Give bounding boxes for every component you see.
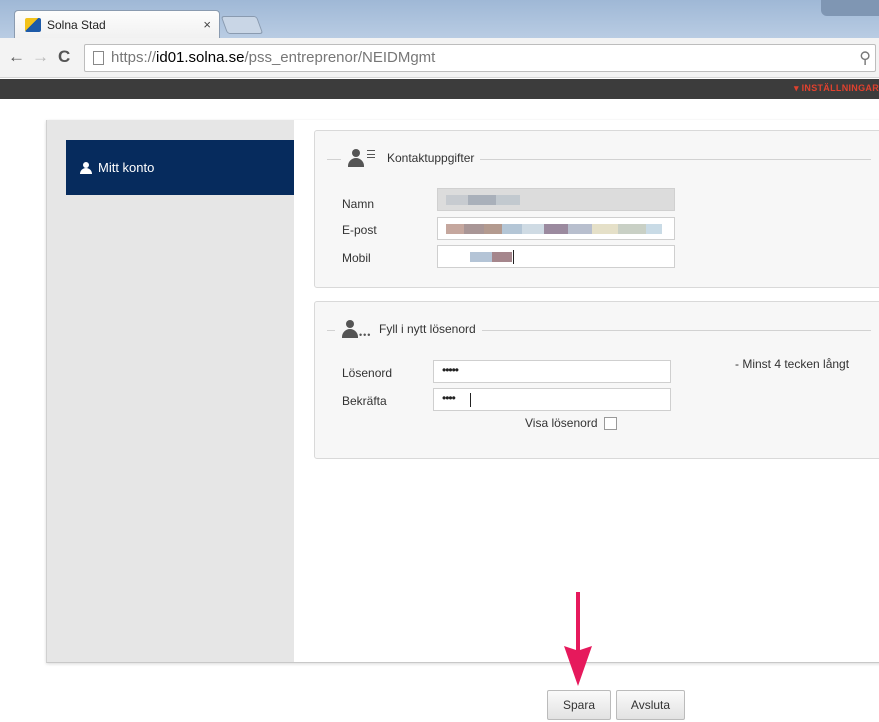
redacted-block xyxy=(468,195,496,205)
name-field xyxy=(437,188,675,211)
password-hint: - Minst 4 tecken långt xyxy=(735,357,850,371)
url-text: https://id01.solna.se/pss_entreprenor/NE… xyxy=(111,49,436,66)
redacted-block xyxy=(646,224,662,234)
email-field[interactable] xyxy=(437,217,675,240)
redacted-block xyxy=(502,224,522,234)
url-host: id01.solna.se xyxy=(156,49,245,66)
back-icon[interactable]: ← xyxy=(8,48,25,66)
page-icon xyxy=(93,51,104,65)
mobile-label: Mobil xyxy=(342,251,371,265)
redacted-block xyxy=(446,195,468,205)
sidebar-item-mitt-konto[interactable]: Mitt konto xyxy=(66,140,294,195)
password-title: Fyll i nytt lösenord xyxy=(379,322,476,336)
redacted-block xyxy=(522,224,544,234)
text-caret xyxy=(513,250,514,264)
sidebar: Mitt konto xyxy=(47,120,294,662)
annotation-arrow-icon xyxy=(564,592,592,686)
email-label: E-post xyxy=(342,223,377,237)
confirm-password-value: •••• xyxy=(442,391,456,405)
close-button[interactable]: Avsluta xyxy=(616,690,685,720)
address-bar[interactable]: https://id01.solna.se/pss_entreprenor/NE… xyxy=(84,44,876,72)
browser-tab[interactable]: Solna Stad × xyxy=(14,10,220,38)
text-caret xyxy=(470,393,471,407)
contact-card-icon xyxy=(347,149,375,167)
user-password-icon: ••• xyxy=(341,320,370,340)
browser-tab-bar: Solna Stad × xyxy=(0,0,879,38)
forward-icon[interactable]: → xyxy=(32,48,49,66)
tab-close-icon[interactable]: × xyxy=(203,17,211,32)
contact-section: Kontaktuppgifter ? Namn E-post Mobil xyxy=(314,130,879,288)
password-field[interactable]: ••••• xyxy=(433,360,671,383)
password-legend: ••• Fyll i nytt lösenord xyxy=(335,320,482,340)
account-panel: Mitt konto Kontaktuppgifter ? Namn E-pos… xyxy=(46,120,879,663)
window-controls[interactable] xyxy=(821,0,879,16)
new-tab-button[interactable] xyxy=(220,16,264,34)
confirm-password-field[interactable]: •••• xyxy=(433,388,671,411)
redacted-block xyxy=(592,224,618,234)
redacted-block xyxy=(492,252,512,262)
redacted-block xyxy=(544,224,568,234)
confirm-label: Bekräfta xyxy=(342,394,387,408)
show-password-toggle[interactable]: Visa lösenord xyxy=(525,416,617,430)
contact-legend: Kontaktuppgifter xyxy=(341,149,481,167)
password-section: ••• Fyll i nytt lösenord ? Lösenord ••••… xyxy=(314,301,879,459)
tab-title: Solna Stad xyxy=(47,18,106,32)
redacted-block xyxy=(496,195,520,205)
zoom-icon[interactable]: ⚲ xyxy=(859,48,871,68)
password-value: ••••• xyxy=(442,363,459,377)
password-label: Lösenord xyxy=(342,366,393,380)
site-topbar: ▾ INSTÄLLNINGAR xyxy=(0,79,879,99)
user-icon xyxy=(80,162,92,174)
solna-favicon-icon xyxy=(25,18,41,32)
redacted-block xyxy=(484,224,502,234)
reload-icon[interactable]: C xyxy=(58,48,70,66)
contact-title: Kontaktuppgifter xyxy=(387,151,475,165)
redacted-block xyxy=(568,224,592,234)
redacted-block xyxy=(464,224,484,234)
sidebar-item-label: Mitt konto xyxy=(98,160,155,175)
show-password-checkbox[interactable] xyxy=(603,416,617,430)
browser-toolbar: ← → C https://id01.solna.se/pss_entrepre… xyxy=(0,38,879,78)
name-label: Namn xyxy=(342,197,375,211)
show-password-label: Visa lösenord xyxy=(525,416,598,430)
mobile-field[interactable] xyxy=(437,245,675,268)
redacted-block xyxy=(470,252,492,262)
redacted-block xyxy=(618,224,646,234)
redacted-block xyxy=(446,224,464,234)
settings-menu[interactable]: ▾ INSTÄLLNINGAR xyxy=(794,83,879,94)
save-button[interactable]: Spara xyxy=(547,690,611,720)
